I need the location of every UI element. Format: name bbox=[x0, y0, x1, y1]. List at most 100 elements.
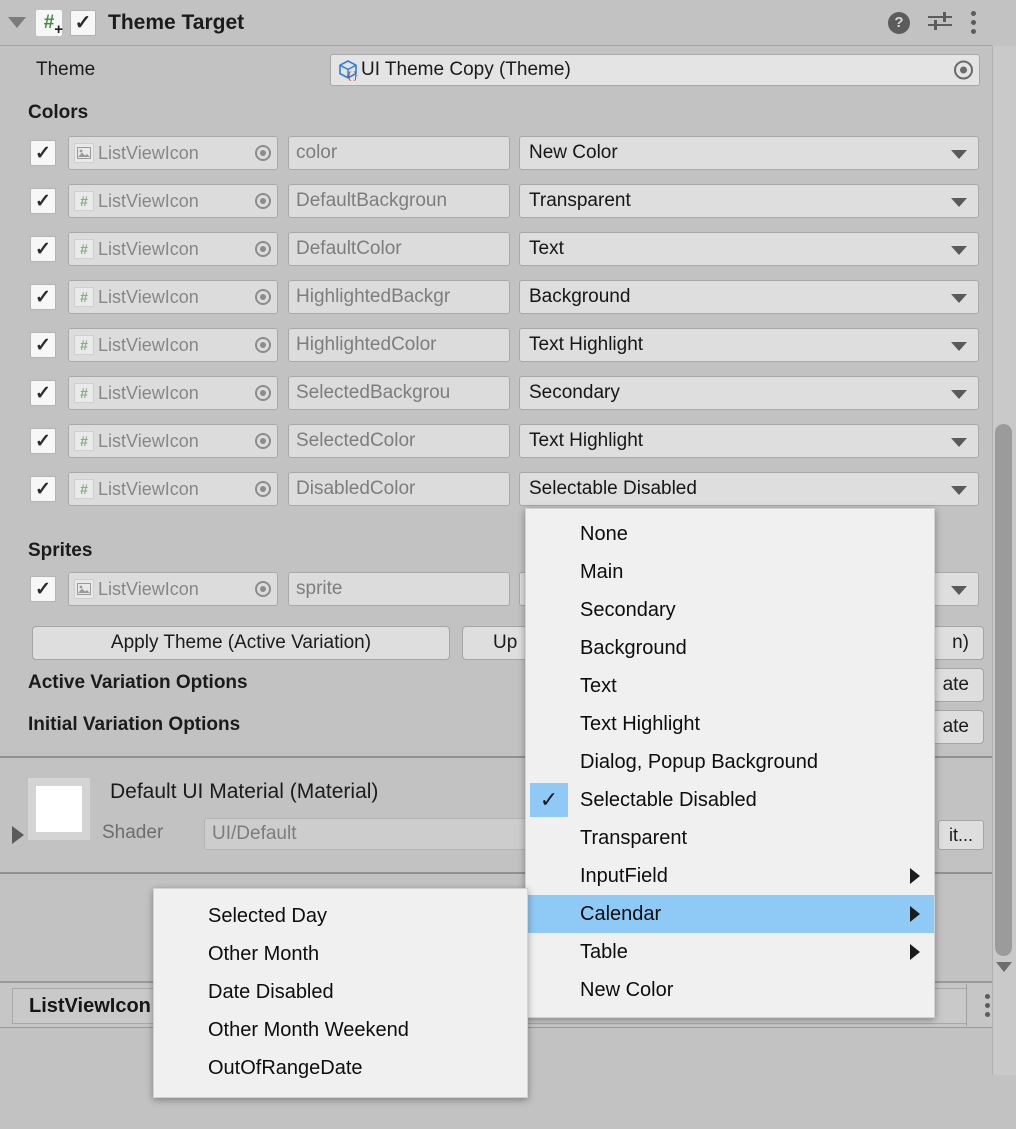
color-enabled-checkbox[interactable]: ✓ bbox=[30, 332, 56, 358]
menu-item[interactable]: Other Month Weekend bbox=[154, 1011, 527, 1049]
color-select-popup-menu[interactable]: None Main Secondary Background Text Text High… bbox=[525, 508, 935, 1018]
color-enabled-checkbox[interactable]: ✓ bbox=[30, 284, 56, 310]
calendar-submenu-popup[interactable]: Selected Day Other Month Date Disabled Othe… bbox=[153, 888, 528, 1098]
header-icon-group: ? bbox=[888, 11, 992, 34]
image-component-icon bbox=[74, 579, 94, 599]
color-property-field[interactable]: DisabledColor bbox=[288, 472, 510, 506]
color-property-field[interactable]: HighlightedColor bbox=[288, 328, 510, 362]
object-picker-icon[interactable] bbox=[255, 481, 271, 497]
color-property-field[interactable]: color bbox=[288, 136, 510, 170]
target-name: ListViewIcon bbox=[98, 142, 199, 163]
object-picker-icon[interactable] bbox=[255, 385, 271, 401]
color-row: ✓ ListViewIcon color New Color bbox=[0, 134, 979, 172]
color-enabled-checkbox[interactable]: ✓ bbox=[30, 188, 56, 214]
color-target-object-field[interactable]: ListViewIcon bbox=[68, 136, 278, 170]
color-value-dropdown[interactable]: Text bbox=[519, 232, 979, 266]
material-foldout-triangle-right-icon[interactable] bbox=[12, 826, 24, 844]
help-icon[interactable]: ? bbox=[888, 11, 910, 34]
menu-item[interactable]: Table bbox=[526, 933, 934, 971]
object-picker-icon[interactable] bbox=[255, 433, 271, 449]
menu-item[interactable]: ✓ Selectable Disabled bbox=[526, 781, 934, 819]
color-target-object-field[interactable]: # ListViewIcon bbox=[68, 280, 278, 314]
color-property-field[interactable]: SelectedBackgrou bbox=[288, 376, 510, 410]
menu-item[interactable]: Calendar bbox=[526, 895, 934, 933]
menu-item[interactable]: Text Highlight bbox=[526, 705, 934, 743]
apply-theme-button[interactable]: Apply Theme (Active Variation) bbox=[32, 626, 450, 660]
checkmark-icon: ✓ bbox=[35, 238, 51, 260]
color-property-field[interactable]: HighlightedBackgr bbox=[288, 280, 510, 314]
color-value-dropdown[interactable]: New Color bbox=[519, 136, 979, 170]
object-picker-icon[interactable] bbox=[255, 337, 271, 353]
initial-variation-heading: Initial Variation Options bbox=[28, 714, 241, 735]
color-value-dropdown[interactable]: Selectable Disabled bbox=[519, 472, 979, 506]
color-value-dropdown[interactable]: Text Highlight bbox=[519, 424, 979, 458]
color-row: ✓ # ListViewIcon HighlightedColor Text Highl… bbox=[0, 326, 979, 364]
theme-object-field[interactable]: {} UI Theme Copy (Theme) bbox=[330, 54, 980, 86]
component-enabled-checkbox[interactable]: ✓ bbox=[70, 9, 96, 36]
color-target-object-field[interactable]: # ListViewIcon bbox=[68, 328, 278, 362]
color-property-field[interactable]: DefaultColor bbox=[288, 232, 510, 266]
unity-inspector-panel: # + ✓ Theme Target ? Theme {} UI Theme C… bbox=[0, 0, 1016, 1129]
sprite-property-field[interactable]: sprite bbox=[288, 572, 510, 606]
menu-item[interactable]: Text bbox=[526, 667, 934, 705]
menu-item[interactable]: Main bbox=[526, 553, 934, 591]
color-target-object-field[interactable]: # ListViewIcon bbox=[68, 424, 278, 458]
foldout-triangle-down-icon[interactable] bbox=[8, 17, 26, 28]
color-row: ✓ # ListViewIcon SelectedColor Text Highligh… bbox=[0, 422, 979, 460]
csharp-script-icon: # bbox=[74, 479, 94, 499]
object-picker-icon[interactable] bbox=[255, 241, 271, 257]
color-target-object-field[interactable]: # ListViewIcon bbox=[68, 376, 278, 410]
property-name: HighlightedColor bbox=[296, 334, 437, 355]
value-text: Text Highlight bbox=[529, 334, 644, 355]
menu-item[interactable]: New Color bbox=[526, 971, 934, 1009]
menu-item[interactable]: OutOfRangeDate bbox=[154, 1049, 527, 1087]
menu-item[interactable]: InputField bbox=[526, 857, 934, 895]
menu-item[interactable]: Selected Day bbox=[154, 897, 527, 935]
color-row: ✓ # ListViewIcon DefaultBackgroun Transparen… bbox=[0, 182, 979, 220]
color-enabled-checkbox[interactable]: ✓ bbox=[30, 428, 56, 454]
menu-item[interactable]: Background bbox=[526, 629, 934, 667]
menu-item[interactable]: Transparent bbox=[526, 819, 934, 857]
object-picker-icon[interactable] bbox=[255, 193, 271, 209]
color-value-dropdown[interactable]: Transparent bbox=[519, 184, 979, 218]
vertical-scrollbar-thumb[interactable] bbox=[995, 424, 1012, 956]
color-enabled-checkbox[interactable]: ✓ bbox=[30, 140, 56, 166]
menu-item-label: Main bbox=[580, 560, 624, 583]
shader-edit-button[interactable]: it... bbox=[937, 820, 984, 850]
color-target-object-field[interactable]: # ListViewIcon bbox=[68, 232, 278, 266]
color-value-dropdown[interactable]: Text Highlight bbox=[519, 328, 979, 362]
color-value-dropdown[interactable]: Background bbox=[519, 280, 979, 314]
object-picker-icon[interactable] bbox=[255, 145, 271, 161]
submenu-arrow-icon bbox=[910, 906, 920, 922]
object-picker-icon[interactable] bbox=[255, 289, 271, 305]
color-target-object-field[interactable]: # ListViewIcon bbox=[68, 472, 278, 506]
preset-settings-icon[interactable] bbox=[928, 11, 952, 34]
more-options-icon[interactable] bbox=[970, 11, 976, 34]
color-enabled-checkbox[interactable]: ✓ bbox=[30, 476, 56, 502]
menu-item-label: Other Month Weekend bbox=[208, 1018, 409, 1041]
chevron-down-icon bbox=[951, 246, 967, 255]
menu-item[interactable]: Other Month bbox=[154, 935, 527, 973]
menu-item[interactable]: Dialog, Popup Background bbox=[526, 743, 934, 781]
color-target-object-field[interactable]: # ListViewIcon bbox=[68, 184, 278, 218]
menu-item[interactable]: Date Disabled bbox=[154, 973, 527, 1011]
sprite-target-object-field[interactable]: ListViewIcon bbox=[68, 572, 278, 606]
menu-item-label: New Color bbox=[580, 978, 674, 1001]
menu-item[interactable]: None bbox=[526, 515, 934, 553]
color-property-field[interactable]: SelectedColor bbox=[288, 424, 510, 458]
object-picker-icon[interactable] bbox=[255, 581, 271, 597]
csharp-script-icon: # bbox=[74, 335, 94, 355]
menu-item[interactable]: Secondary bbox=[526, 591, 934, 629]
material-preview-thumbnail bbox=[28, 778, 90, 840]
color-property-field[interactable]: DefaultBackgroun bbox=[288, 184, 510, 218]
scroll-down-triangle-icon[interactable] bbox=[996, 962, 1012, 972]
object-picker-icon[interactable] bbox=[954, 60, 973, 80]
color-enabled-checkbox[interactable]: ✓ bbox=[30, 236, 56, 262]
value-text: Background bbox=[529, 286, 631, 307]
color-value-dropdown[interactable]: Secondary bbox=[519, 376, 979, 410]
component-header: # + ✓ Theme Target ? bbox=[0, 0, 992, 46]
color-enabled-checkbox[interactable]: ✓ bbox=[30, 380, 56, 406]
chevron-down-icon bbox=[951, 586, 967, 595]
sprite-enabled-checkbox[interactable]: ✓ bbox=[30, 576, 56, 602]
theme-value: UI Theme Copy (Theme) bbox=[361, 59, 571, 80]
